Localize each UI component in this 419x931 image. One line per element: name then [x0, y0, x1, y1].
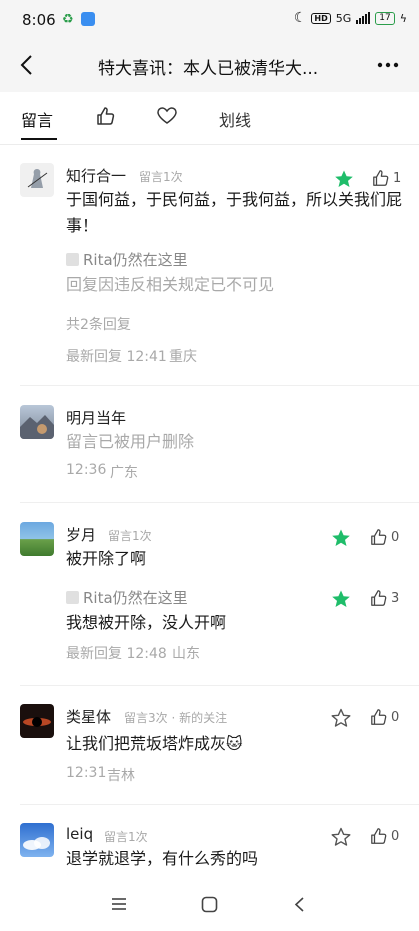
avatar[interactable] — [20, 405, 54, 439]
charging-icon: ϟ — [399, 11, 407, 25]
like-button[interactable]: 0 — [370, 708, 399, 726]
more-icon[interactable] — [375, 54, 401, 76]
battery-icon: 17 — [375, 11, 395, 25]
comment-footer-time: 最新回复 12:48 — [66, 646, 167, 662]
status-bar: 8:06 ♻ ☾ HD 5G 17 ϟ — [0, 0, 419, 40]
star-outline-icon[interactable] — [331, 827, 351, 847]
recycle-app-icon: ♻ — [62, 12, 74, 27]
like-count: 1 — [393, 170, 402, 186]
comment-footer-time: 12:31 — [66, 765, 107, 781]
page-title: 特大喜讯：本人已被清华大... — [98, 59, 319, 79]
reply-author: Rita仍然在这里 — [66, 249, 188, 270]
comment-text: 退学就退学，有什么秀的吗 — [66, 849, 259, 868]
comment-text: 于国何益，于民何益，于我何益，所以关我们屁事！ — [66, 190, 403, 235]
divider — [20, 502, 419, 503]
comment-footer-time: 最新回复 12:41 — [66, 349, 167, 365]
tab-comments[interactable]: 留言 — [21, 107, 53, 131]
top-bar: 特大喜讯：本人已被清华大... — [0, 40, 419, 92]
avatar[interactable] — [20, 704, 54, 738]
thumbs-up-icon — [371, 590, 387, 606]
app-notification-icon — [81, 12, 95, 26]
comment-location: 广东 — [110, 465, 138, 481]
thumbs-up-icon — [371, 709, 387, 725]
comment-count-tag: 留言1次 — [139, 170, 183, 184]
reply-avatar — [66, 591, 79, 604]
like-count: 0 — [391, 828, 400, 844]
comment-author: 明月当年 — [66, 409, 127, 427]
signal-icon — [356, 12, 371, 24]
hd-icon: HD — [311, 12, 331, 24]
avatar[interactable] — [20, 163, 54, 197]
comment-text: 留言已被用户删除 — [66, 432, 195, 451]
comment-footer-time: 12:36 — [66, 462, 107, 478]
reply-avatar — [66, 253, 79, 266]
menu-icon[interactable] — [110, 896, 128, 912]
thumbs-up-icon[interactable] — [96, 106, 116, 126]
like-count: 0 — [391, 529, 400, 545]
divider — [20, 804, 419, 805]
comment-location: 吉林 — [107, 768, 135, 784]
status-time: 8:06 — [22, 11, 56, 29]
like-count: 0 — [391, 709, 400, 725]
comment-author: leiq — [66, 825, 94, 843]
like-button[interactable]: 0 — [370, 528, 399, 546]
star-icon[interactable] — [331, 528, 351, 548]
reply-author: Rita仍然在这里 — [66, 587, 188, 608]
avatar[interactable] — [20, 823, 54, 857]
heart-icon[interactable] — [157, 107, 177, 125]
back-icon[interactable] — [16, 52, 40, 78]
comment-count-tag: 留言1次 — [104, 830, 148, 844]
reply-text: 回复因违反相关规定已不可见 — [66, 275, 275, 294]
reply-like-button[interactable]: 3 — [370, 589, 399, 607]
comment-author: 岁月 — [66, 526, 97, 544]
thumbs-up-icon — [371, 529, 387, 545]
network-type: 5G — [335, 11, 352, 25]
comment-text: 让我们把荒坂塔炸成灰🐱 — [66, 734, 243, 753]
comment-author: 知行合一 — [66, 167, 127, 185]
reply-author-name: Rita仍然在这里 — [83, 589, 188, 607]
system-nav-bar — [0, 880, 419, 931]
comment-count-tag: 留言1次 — [108, 529, 152, 543]
like-button[interactable]: 1 — [372, 169, 401, 187]
avatar[interactable] — [20, 522, 54, 556]
comment-text: 被开除了啊 — [66, 549, 147, 568]
like-count: 3 — [391, 590, 400, 606]
thumbs-up-icon — [373, 170, 389, 186]
active-tab-indicator — [21, 138, 57, 140]
divider — [20, 685, 419, 686]
view-replies-link[interactable]: 共2条回复 — [66, 314, 131, 334]
like-button[interactable]: 0 — [370, 827, 399, 845]
thumbs-up-icon — [371, 828, 387, 844]
star-icon[interactable] — [334, 169, 354, 189]
do-not-disturb-icon: ☾ — [293, 10, 307, 26]
star-icon[interactable] — [331, 589, 351, 609]
divider — [20, 385, 419, 386]
tab-bar: 留言 划线 — [0, 92, 419, 145]
home-icon[interactable] — [201, 896, 218, 913]
comment-author: 类星体 — [66, 708, 112, 726]
comment-location: 重庆 — [169, 349, 197, 365]
star-outline-icon[interactable] — [331, 708, 351, 728]
reply-author-name: Rita仍然在这里 — [83, 251, 188, 269]
tab-highlights[interactable]: 划线 — [219, 107, 251, 131]
reply-text: 我想被开除，没人开啊 — [66, 613, 227, 632]
comment-location: 山东 — [172, 646, 200, 662]
nav-back-icon[interactable] — [293, 896, 307, 913]
comment-count-tag: 留言3次 · 新的关注 — [124, 711, 228, 725]
